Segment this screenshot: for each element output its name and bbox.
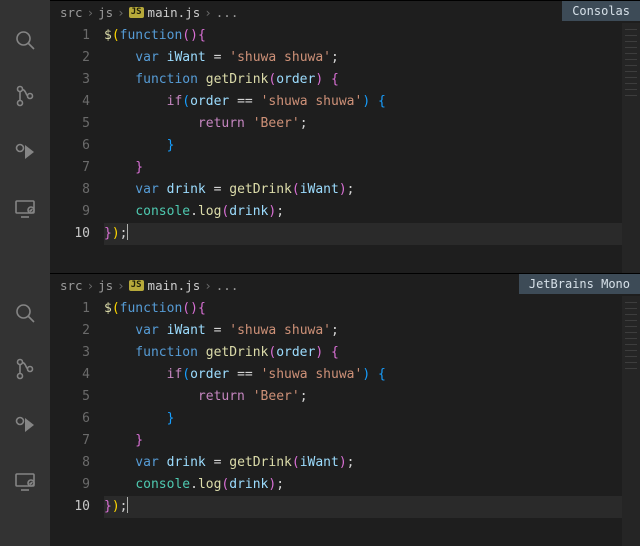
- text-cursor: [127, 224, 128, 240]
- code-content[interactable]: $(function(){ var iWant = 'shuwa shuwa';…: [104, 296, 640, 546]
- js-file-icon: JS: [129, 7, 144, 18]
- code-line[interactable]: if(order == 'shuwa shuwa') {: [104, 364, 640, 386]
- chevron-right-icon: ›: [117, 5, 125, 20]
- breadcrumb-seg[interactable]: js: [98, 278, 113, 293]
- debug-icon[interactable]: [13, 140, 37, 168]
- line-number-gutter: 12345678910: [50, 23, 104, 273]
- code-line[interactable]: if(order == 'shuwa shuwa') {: [104, 91, 640, 113]
- text-cursor: [127, 497, 128, 513]
- code-line[interactable]: function getDrink(order) {: [104, 342, 640, 364]
- chevron-right-icon: ›: [204, 5, 212, 20]
- code-line[interactable]: var iWant = 'shuwa shuwa';: [104, 320, 640, 342]
- search-icon[interactable]: [13, 28, 37, 56]
- editor-pane: src›js›JSmain.js›...JetBrains Mono123456…: [0, 273, 640, 546]
- font-label: JetBrains Mono: [519, 274, 640, 294]
- code-line[interactable]: return 'Beer';: [104, 113, 640, 135]
- chevron-right-icon: ›: [87, 5, 95, 20]
- code-content[interactable]: $(function(){ var iWant = 'shuwa shuwa';…: [104, 23, 640, 273]
- code-line[interactable]: return 'Beer';: [104, 386, 640, 408]
- code-line[interactable]: }: [104, 135, 640, 157]
- chevron-right-icon: ›: [204, 278, 212, 293]
- breadcrumb-more[interactable]: ...: [216, 5, 239, 20]
- code-line[interactable]: $(function(){: [104, 25, 640, 47]
- code-line[interactable]: }: [104, 157, 640, 179]
- editor: src›js›JSmain.js›...JetBrains Mono123456…: [50, 273, 640, 546]
- code-line[interactable]: });: [104, 496, 640, 518]
- breadcrumb-seg[interactable]: js: [98, 5, 113, 20]
- editor-pane: src›js›JSmain.js›...Consolas12345678910$…: [0, 0, 640, 273]
- code-line[interactable]: var iWant = 'shuwa shuwa';: [104, 47, 640, 69]
- code-line[interactable]: var drink = getDrink(iWant);: [104, 452, 640, 474]
- js-file-icon: JS: [129, 280, 144, 291]
- activity-bar: [0, 273, 50, 546]
- code-line[interactable]: $(function(){: [104, 298, 640, 320]
- breadcrumb-more[interactable]: ...: [216, 278, 239, 293]
- editor: src›js›JSmain.js›...Consolas12345678910$…: [50, 0, 640, 273]
- source-control-icon[interactable]: [13, 357, 37, 385]
- breadcrumb[interactable]: src›js›JSmain.js›...: [50, 1, 640, 23]
- activity-bar: [0, 0, 50, 273]
- code-line[interactable]: console.log(drink);: [104, 201, 640, 223]
- breadcrumb-seg[interactable]: src: [60, 278, 83, 293]
- debug-icon[interactable]: [13, 413, 37, 441]
- code-line[interactable]: }: [104, 408, 640, 430]
- code-line[interactable]: var drink = getDrink(iWant);: [104, 179, 640, 201]
- chevron-right-icon: ›: [117, 278, 125, 293]
- remote-icon[interactable]: [13, 469, 37, 497]
- minimap[interactable]: [622, 23, 640, 273]
- search-icon[interactable]: [13, 301, 37, 329]
- code-line[interactable]: console.log(drink);: [104, 474, 640, 496]
- minimap[interactable]: [622, 296, 640, 546]
- code-line[interactable]: });: [104, 223, 640, 245]
- font-label: Consolas: [562, 1, 640, 21]
- source-control-icon[interactable]: [13, 84, 37, 112]
- line-number-gutter: 12345678910: [50, 296, 104, 546]
- code-line[interactable]: }: [104, 430, 640, 452]
- breadcrumb-file[interactable]: main.js: [148, 278, 201, 293]
- breadcrumb-seg[interactable]: src: [60, 5, 83, 20]
- code-line[interactable]: function getDrink(order) {: [104, 69, 640, 91]
- remote-icon[interactable]: [13, 196, 37, 224]
- chevron-right-icon: ›: [87, 278, 95, 293]
- breadcrumb-file[interactable]: main.js: [148, 5, 201, 20]
